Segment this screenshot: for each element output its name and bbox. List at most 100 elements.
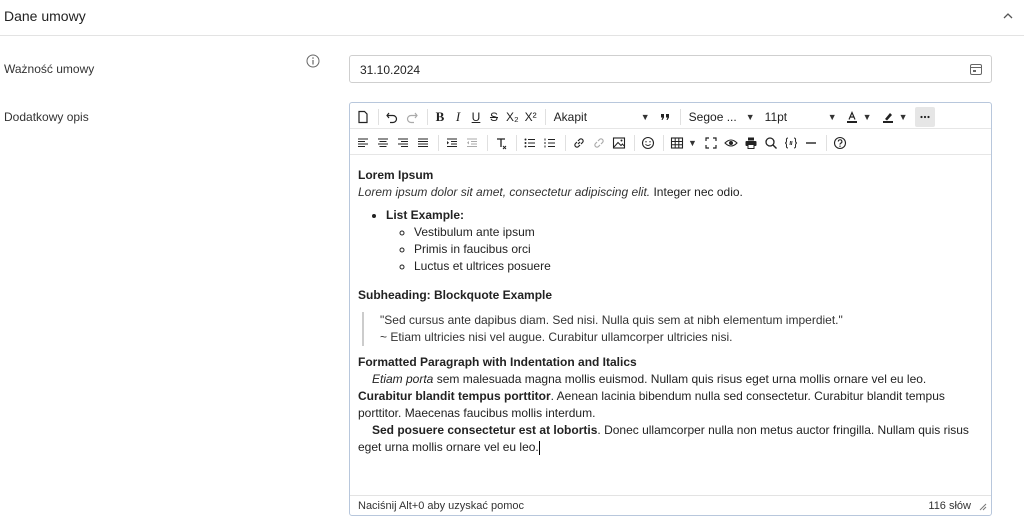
italic-button[interactable]: I bbox=[450, 107, 466, 127]
align-left-icon[interactable] bbox=[354, 133, 372, 153]
paragraph-format-value: Akapit bbox=[553, 109, 588, 124]
blockquote-heading: Subheading: Blockquote Example bbox=[358, 288, 553, 302]
bullet-list-icon[interactable] bbox=[521, 133, 539, 153]
validity-date-input[interactable]: 31.10.2024 bbox=[349, 55, 992, 83]
justify-icon[interactable] bbox=[414, 133, 432, 153]
rich-text-editor[interactable]: B I U S X₂ X² Akapit ▼ Segoe ... ▼ 11pt … bbox=[349, 102, 992, 516]
emoji-icon[interactable] bbox=[639, 133, 657, 153]
toolbar-divider bbox=[516, 134, 517, 151]
help-icon[interactable] bbox=[831, 133, 849, 153]
toolbar-divider bbox=[634, 134, 635, 151]
resize-handle-icon[interactable] bbox=[977, 501, 987, 511]
link-icon[interactable] bbox=[570, 133, 588, 153]
text-cursor bbox=[538, 440, 540, 455]
list-item: Luctus et ultrices posuere bbox=[414, 258, 983, 275]
validity-date-value: 31.10.2024 bbox=[360, 63, 421, 77]
editor-toolbar-row-2: ▼ bbox=[350, 131, 991, 155]
strikethrough-button[interactable]: S bbox=[486, 107, 502, 127]
p1-italic: Etiam porta bbox=[372, 372, 434, 386]
toolbar-divider bbox=[487, 134, 488, 151]
content-title: Lorem Ipsum bbox=[358, 168, 434, 182]
chevron-down-icon: ▼ bbox=[688, 137, 697, 148]
p1-bold: Curabitur blandit tempus porttitor bbox=[358, 389, 551, 403]
print-icon[interactable] bbox=[742, 133, 760, 153]
new-document-icon[interactable] bbox=[354, 107, 372, 127]
font-family-value: Segoe ... bbox=[688, 109, 737, 124]
preview-icon[interactable] bbox=[722, 133, 740, 153]
formatted-paragraph-2: Sed posuere consectetur est at lobortis.… bbox=[358, 422, 983, 456]
font-size-value: 11pt bbox=[764, 109, 788, 124]
text-color-icon[interactable] bbox=[843, 107, 861, 127]
numbered-list-icon[interactable] bbox=[541, 133, 559, 153]
chevron-down-icon: ▼ bbox=[862, 111, 872, 122]
undo-icon[interactable] bbox=[383, 107, 401, 127]
toolbar-divider bbox=[378, 108, 379, 125]
formatted-paragraph-1: Etiam porta sem malesuada magna mollis e… bbox=[358, 371, 983, 422]
quote-line: ~ Etiam ultricies nisi vel augue. Curabi… bbox=[380, 330, 733, 344]
font-family-select[interactable]: Segoe ... ▼ bbox=[685, 107, 759, 127]
editor-toolbar-row-1: B I U S X₂ X² Akapit ▼ Segoe ... ▼ 11pt … bbox=[350, 105, 991, 129]
list-heading: List Example: bbox=[386, 208, 465, 222]
quote-line: "Sed cursus ante dapibus diam. Sed nisi.… bbox=[380, 313, 843, 327]
fullscreen-icon[interactable] bbox=[702, 133, 720, 153]
section-title: Dane umowy bbox=[4, 8, 86, 24]
search-icon[interactable] bbox=[762, 133, 780, 153]
more-icon[interactable] bbox=[914, 106, 935, 127]
table-icon[interactable] bbox=[668, 133, 686, 153]
toolbar-divider bbox=[544, 108, 546, 125]
redo-icon[interactable] bbox=[403, 107, 421, 127]
outdent-icon[interactable] bbox=[463, 133, 481, 153]
toolbar-divider bbox=[679, 108, 681, 125]
image-icon[interactable] bbox=[610, 133, 628, 153]
unlink-icon[interactable] bbox=[590, 133, 608, 153]
quote-icon[interactable] bbox=[656, 107, 674, 127]
paragraph-format-select[interactable]: Akapit ▼ bbox=[550, 107, 654, 127]
text-color-dropdown[interactable]: ▼ bbox=[863, 107, 877, 127]
toolbar-divider bbox=[438, 134, 439, 151]
section-header[interactable]: Dane umowy bbox=[0, 0, 1024, 36]
info-icon[interactable] bbox=[306, 54, 320, 68]
p1-mid: sem malesuada magna mollis euismod. Null… bbox=[433, 372, 927, 386]
content-subtitle: Lorem ipsum dolor sit amet, consectetur … bbox=[358, 184, 983, 201]
list-item: List Example: Vestibulum ante ipsum Prim… bbox=[386, 207, 983, 275]
subscript-button[interactable]: X₂ bbox=[504, 107, 521, 127]
description-label: Dodatkowy opis bbox=[4, 110, 89, 124]
clear-format-icon[interactable] bbox=[492, 133, 510, 153]
example-list: List Example: Vestibulum ante ipsum Prim… bbox=[358, 207, 983, 275]
table-dropdown[interactable]: ▼ bbox=[688, 133, 700, 153]
chevron-down-icon: ▼ bbox=[898, 111, 908, 122]
horizontal-line-icon[interactable] bbox=[802, 133, 820, 153]
chevron-up-icon[interactable] bbox=[1000, 8, 1016, 24]
highlight-dropdown[interactable]: ▼ bbox=[899, 107, 913, 127]
subtitle-rest: Integer nec odio. bbox=[650, 185, 743, 199]
toolbar-divider bbox=[826, 134, 827, 151]
validity-label: Ważność umowy bbox=[4, 62, 95, 76]
chevron-down-icon: ▼ bbox=[827, 111, 837, 122]
indent-icon[interactable] bbox=[443, 133, 461, 153]
help-hint: Naciśnij Alt+0 aby uzyskać pomoc bbox=[358, 500, 524, 512]
underline-button[interactable]: U bbox=[468, 107, 484, 127]
chevron-down-icon: ▼ bbox=[640, 111, 650, 122]
code-icon[interactable] bbox=[782, 133, 800, 153]
blockquote: "Sed cursus ante dapibus diam. Sed nisi.… bbox=[362, 312, 983, 346]
toolbar-divider bbox=[663, 134, 664, 151]
highlight-icon[interactable] bbox=[879, 107, 897, 127]
bold-button[interactable]: B bbox=[432, 107, 448, 127]
subtitle-italic: Lorem ipsum dolor sit amet, consectetur … bbox=[358, 185, 651, 199]
align-center-icon[interactable] bbox=[374, 133, 392, 153]
font-size-select[interactable]: 11pt ▼ bbox=[761, 107, 841, 127]
list-item: Vestibulum ante ipsum bbox=[414, 224, 983, 241]
formatted-heading: Formatted Paragraph with Indentation and… bbox=[358, 355, 637, 369]
p2-bold: Sed posuere consectetur est at lobortis bbox=[372, 423, 598, 437]
superscript-button[interactable]: X² bbox=[523, 107, 539, 127]
chevron-down-icon: ▼ bbox=[745, 111, 755, 122]
nested-list: Vestibulum ante ipsum Primis in faucibus… bbox=[386, 224, 983, 275]
editor-content[interactable]: Lorem Ipsum Lorem ipsum dolor sit amet, … bbox=[350, 157, 991, 493]
toolbar-divider bbox=[427, 108, 428, 125]
editor-status-bar: Naciśnij Alt+0 aby uzyskać pomoc 116 słó… bbox=[350, 495, 991, 515]
toolbar-divider bbox=[565, 134, 566, 151]
align-right-icon[interactable] bbox=[394, 133, 412, 153]
word-count[interactable]: 116 słów bbox=[928, 500, 971, 512]
list-item: Primis in faucibus orci bbox=[414, 241, 983, 258]
calendar-icon[interactable] bbox=[969, 62, 983, 76]
